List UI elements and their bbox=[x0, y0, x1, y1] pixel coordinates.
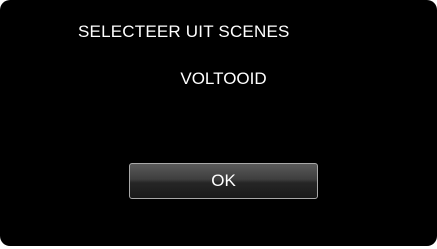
status-message: VOLTOOID bbox=[180, 69, 267, 88]
ok-button[interactable]: OK bbox=[129, 163, 318, 199]
ok-button-label: OK bbox=[211, 171, 236, 190]
screen-title: SELECTEER UIT SCENES bbox=[78, 22, 290, 41]
camera-screen: SELECTEER UIT SCENES VOLTOOID OK bbox=[0, 0, 437, 246]
